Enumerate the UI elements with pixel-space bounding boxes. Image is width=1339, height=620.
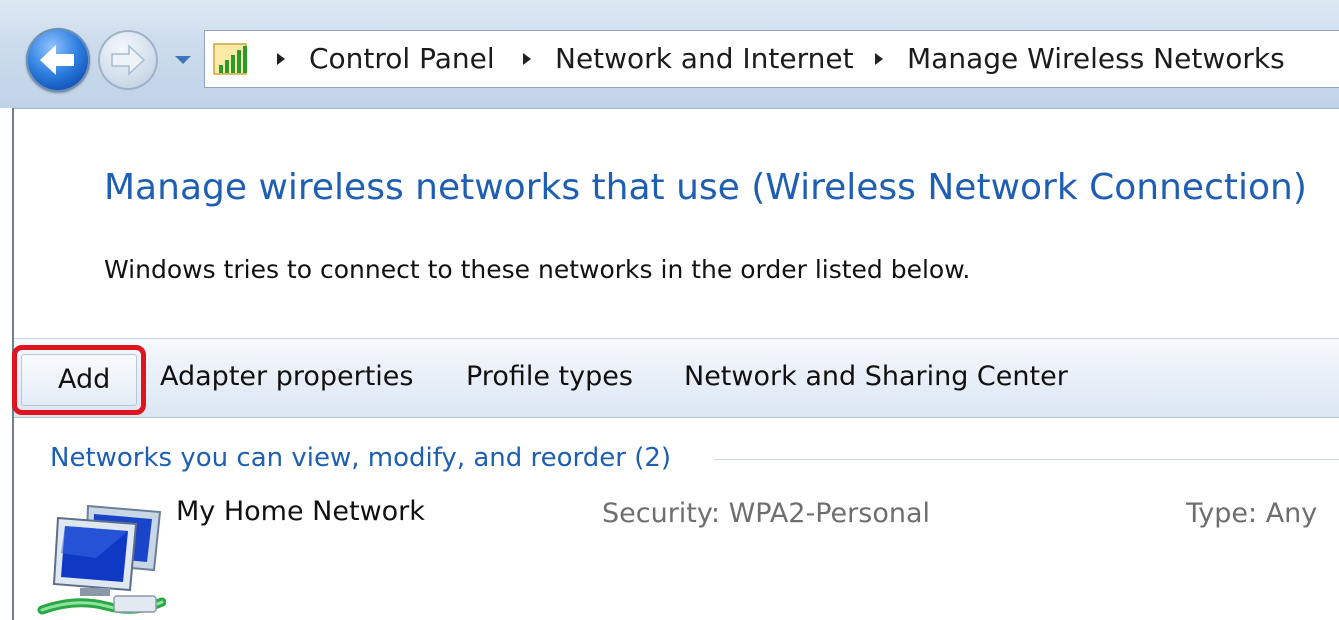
chevron-down-icon[interactable] — [172, 50, 194, 70]
network-signal-icon — [213, 43, 247, 75]
page-description: Windows tries to connect to these networ… — [104, 255, 971, 284]
breadcrumb-separator-icon[interactable] — [873, 51, 885, 67]
breadcrumb-separator-icon[interactable] — [275, 51, 287, 67]
forward-button[interactable] — [98, 30, 158, 90]
breadcrumb-manage-wireless-networks[interactable]: Manage Wireless Networks — [907, 41, 1285, 77]
network-type: Type: Any — [1186, 498, 1318, 529]
navigation-bar: Control Panel Network and Internet Manag… — [0, 0, 1339, 109]
back-button[interactable] — [26, 28, 90, 92]
add-button-label: Add — [58, 364, 111, 395]
address-bar[interactable]: Control Panel Network and Internet Manag… — [204, 30, 1339, 88]
breadcrumb-network-and-internet[interactable]: Network and Internet — [555, 41, 854, 77]
back-arrow-icon — [40, 45, 74, 75]
network-name: My Home Network — [176, 496, 425, 527]
add-button-highlight: Add — [12, 345, 146, 415]
group-divider — [714, 459, 1339, 460]
forward-arrow-icon — [111, 44, 146, 76]
explorer-window: Control Panel Network and Internet Manag… — [0, 0, 1339, 620]
network-security: Security: WPA2-Personal — [602, 498, 931, 529]
wireless-network-icon — [37, 504, 166, 615]
network-and-sharing-center-button[interactable]: Network and Sharing Center — [684, 359, 1068, 395]
networks-group-header[interactable]: Networks you can view, modify, and reord… — [50, 440, 671, 476]
breadcrumb-control-panel[interactable]: Control Panel — [309, 41, 495, 77]
profile-types-button[interactable]: Profile types — [466, 359, 633, 395]
add-button[interactable]: Add — [21, 354, 137, 406]
command-bar: Adapter properties Profile types Network… — [14, 338, 1339, 418]
breadcrumb-separator-icon[interactable] — [521, 51, 533, 67]
adapter-properties-button[interactable]: Adapter properties — [160, 359, 413, 395]
page-title: Manage wireless networks that use (Wirel… — [104, 167, 1307, 208]
